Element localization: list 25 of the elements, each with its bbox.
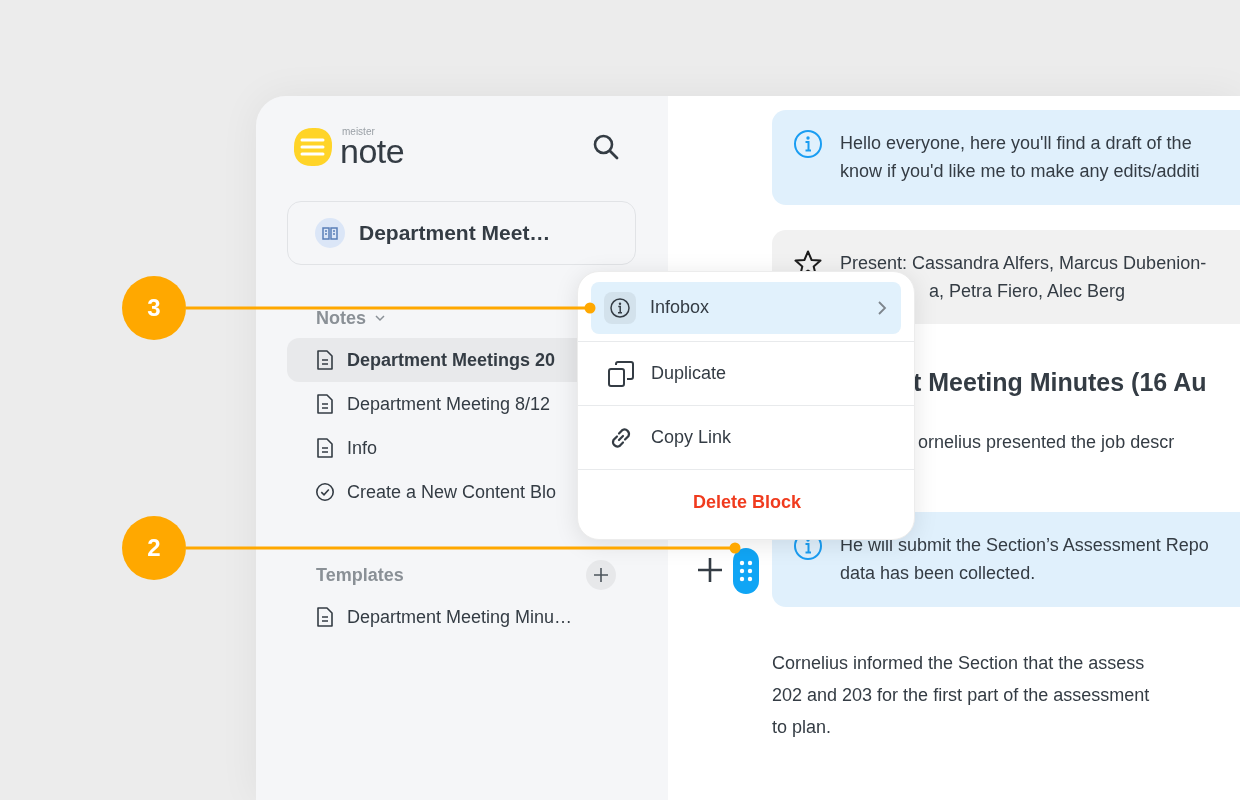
chevron-right-icon xyxy=(877,299,887,316)
callout-number: 2 xyxy=(122,516,186,580)
chevron-down-icon xyxy=(374,312,386,324)
info-icon xyxy=(604,291,636,324)
check-circle-icon xyxy=(315,482,335,502)
menu-item[interactable]: Infobox xyxy=(591,281,901,334)
add-icon[interactable] xyxy=(586,560,616,590)
document-icon xyxy=(315,437,335,459)
logo-subtitle: meister xyxy=(342,126,376,137)
logo-icon xyxy=(292,126,334,168)
document-icon xyxy=(315,393,335,415)
book-icon xyxy=(315,218,345,248)
document-icon xyxy=(315,606,335,628)
add-block-icon[interactable] xyxy=(697,557,723,583)
paragraph: ornelius presented the job descr xyxy=(917,431,1175,454)
template-item[interactable]: Department Meeting Minu… xyxy=(287,595,620,639)
notebook-selector[interactable]: Department Meet… xyxy=(287,201,636,265)
search-icon[interactable] xyxy=(592,133,620,161)
templates-heading: Templates xyxy=(316,564,404,586)
info-icon xyxy=(793,129,823,159)
duplicate-icon xyxy=(607,359,635,388)
info-text: Hello everyone, here you'll find a draft of the know if you'd like me to make any edits/additi xyxy=(840,132,1200,183)
paragraph: Cornelius informed the Section that the assess 202 and 203 for the first part of the assessment to plan. xyxy=(772,652,1150,739)
document-icon xyxy=(315,349,335,371)
callout-number: 3 xyxy=(122,276,186,340)
